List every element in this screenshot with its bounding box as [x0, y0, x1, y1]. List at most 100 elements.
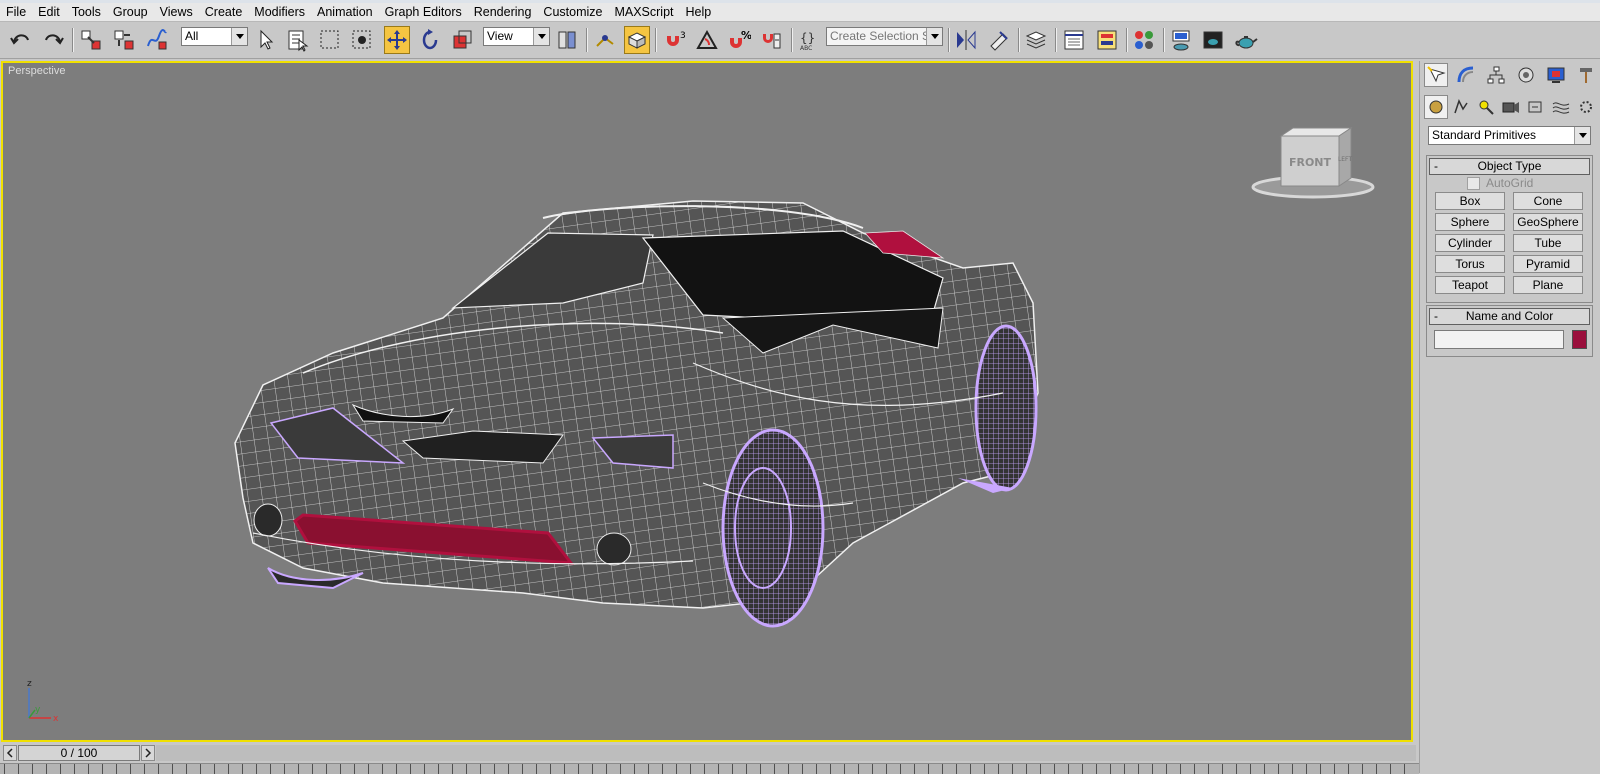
angle-snap-button[interactable] [694, 26, 720, 54]
svg-text:ABC: ABC [800, 45, 812, 52]
viewcube-front-label[interactable]: FRONT [1289, 156, 1332, 169]
menu-modifiers[interactable]: Modifiers [248, 3, 311, 21]
reference-coordinate-dropdown[interactable]: View [483, 27, 550, 46]
select-object-button[interactable] [253, 26, 279, 54]
hammer-icon [1580, 68, 1592, 83]
shapes-icon [1454, 99, 1468, 114]
use-pivot-center-button[interactable] [554, 26, 580, 54]
menu-animation[interactable]: Animation [311, 3, 379, 21]
keyboard-icon [627, 32, 647, 49]
torus-button[interactable]: Torus [1435, 255, 1505, 273]
schematic-view-button[interactable] [1094, 26, 1120, 54]
helpers-tab[interactable] [1524, 95, 1548, 119]
tube-button[interactable]: Tube [1513, 234, 1583, 252]
edit-named-selection-button[interactable]: {} ABC [796, 26, 822, 54]
pyramid-button[interactable]: Pyramid [1513, 255, 1583, 273]
teapot-button[interactable]: Teapot [1435, 276, 1505, 294]
material-editor-button[interactable] [1131, 26, 1157, 54]
select-by-name-button[interactable] [285, 26, 311, 54]
menu-customize[interactable]: Customize [537, 3, 608, 21]
menu-file[interactable]: File [0, 3, 32, 21]
redo-button[interactable] [40, 26, 66, 54]
viewcube-side-label[interactable]: LEFT [1338, 156, 1352, 163]
tab-modify[interactable] [1454, 63, 1478, 87]
object-color-swatch[interactable] [1572, 330, 1587, 349]
box-button[interactable]: Box [1435, 192, 1505, 210]
menu-help[interactable]: Help [680, 3, 718, 21]
viewcube[interactable]: FRONT LEFT [1251, 125, 1381, 205]
systems-tab[interactable] [1574, 95, 1598, 119]
object-type-rollout-header[interactable]: - Object Type [1429, 158, 1590, 175]
camera-icon [1502, 102, 1519, 113]
named-selection-set-dropdown[interactable]: Create Selection Set [826, 27, 943, 46]
tab-hierarchy[interactable] [1484, 63, 1508, 87]
tab-motion[interactable] [1514, 63, 1538, 87]
menu-maxscript[interactable]: MAXScript [608, 3, 679, 21]
rectangular-selection-button[interactable] [317, 26, 343, 54]
menu-create[interactable]: Create [199, 3, 249, 21]
time-slider-track[interactable] [156, 745, 1416, 761]
motion-icon [1518, 67, 1534, 83]
tab-display[interactable] [1544, 63, 1568, 87]
curve-editor-button[interactable] [1061, 26, 1087, 54]
geosphere-button[interactable]: GeoSphere [1513, 213, 1583, 231]
shapes-tab[interactable] [1449, 95, 1473, 119]
previous-frame-button[interactable] [3, 745, 17, 761]
object-category-dropdown[interactable]: Standard Primitives [1428, 126, 1591, 145]
tab-create[interactable] [1424, 63, 1448, 87]
menu-group[interactable]: Group [107, 3, 154, 21]
space-warps-tab[interactable] [1549, 95, 1573, 119]
unlink-selection-button[interactable] [111, 26, 137, 54]
time-slider-thumb[interactable]: 0 / 100 [18, 745, 140, 761]
layer-manager-button[interactable] [1023, 26, 1049, 54]
manipulate-icon [596, 35, 614, 47]
geometry-icon [1429, 100, 1443, 114]
next-frame-button[interactable] [141, 745, 155, 761]
keyboard-shortcut-override-button[interactable] [624, 26, 650, 54]
sphere-button[interactable]: Sphere [1435, 213, 1505, 231]
select-and-rotate-button[interactable] [417, 26, 443, 54]
plane-button[interactable]: Plane [1513, 276, 1583, 294]
select-and-move-button[interactable] [384, 26, 410, 54]
percent-snap-button[interactable]: % [726, 26, 752, 54]
select-and-link-button[interactable] [78, 26, 104, 54]
create-subcategory-tabs [1424, 95, 1598, 121]
spinner-snap-button[interactable] [758, 26, 784, 54]
bind-to-space-warp-button[interactable] [144, 26, 170, 54]
selection-filter-dropdown[interactable]: All [181, 27, 248, 46]
window-crossing-button[interactable] [349, 26, 375, 54]
reference-coordinate-value: View [487, 29, 513, 43]
cylinder-button[interactable]: Cylinder [1435, 234, 1505, 252]
selection-filter-value: All [185, 29, 199, 43]
perspective-viewport[interactable]: Perspective FRONT LEFT z y x [1, 61, 1413, 742]
undo-button[interactable] [8, 26, 34, 54]
scale-icon [453, 30, 472, 49]
lights-tab[interactable] [1474, 95, 1498, 119]
material-editor-icon [1135, 31, 1153, 49]
main-toolbar: All View 3 % {} ABC Create Selection Set [0, 22, 1600, 59]
menu-views[interactable]: Views [154, 3, 199, 21]
chevron-right-icon [145, 748, 152, 758]
track-bar[interactable] [0, 763, 1419, 774]
snaps-toggle-button[interactable]: 3 [662, 26, 688, 54]
select-and-scale-button[interactable] [449, 26, 475, 54]
rendered-frame-window-button[interactable] [1200, 26, 1226, 54]
tab-utilities[interactable] [1574, 63, 1598, 87]
align-button[interactable] [986, 26, 1012, 54]
geometry-tab[interactable] [1424, 95, 1448, 119]
autogrid-checkbox[interactable]: AutoGrid [1467, 176, 1533, 190]
render-production-button[interactable] [1233, 26, 1259, 54]
object-name-field[interactable] [1434, 330, 1564, 349]
menu-edit[interactable]: Edit [32, 3, 66, 21]
name-and-color-rollout-header[interactable]: - Name and Color [1429, 308, 1590, 325]
menu-rendering[interactable]: Rendering [468, 3, 538, 21]
rect-selection-icon [320, 30, 339, 49]
menu-graph-editors[interactable]: Graph Editors [379, 3, 468, 21]
name-and-color-title: Name and Color [1465, 309, 1554, 323]
mirror-button[interactable] [953, 26, 979, 54]
cameras-tab[interactable] [1499, 95, 1523, 119]
render-setup-button[interactable] [1168, 26, 1194, 54]
menu-tools[interactable]: Tools [66, 3, 107, 21]
cone-button[interactable]: Cone [1513, 192, 1583, 210]
select-and-manipulate-button[interactable] [592, 26, 618, 54]
